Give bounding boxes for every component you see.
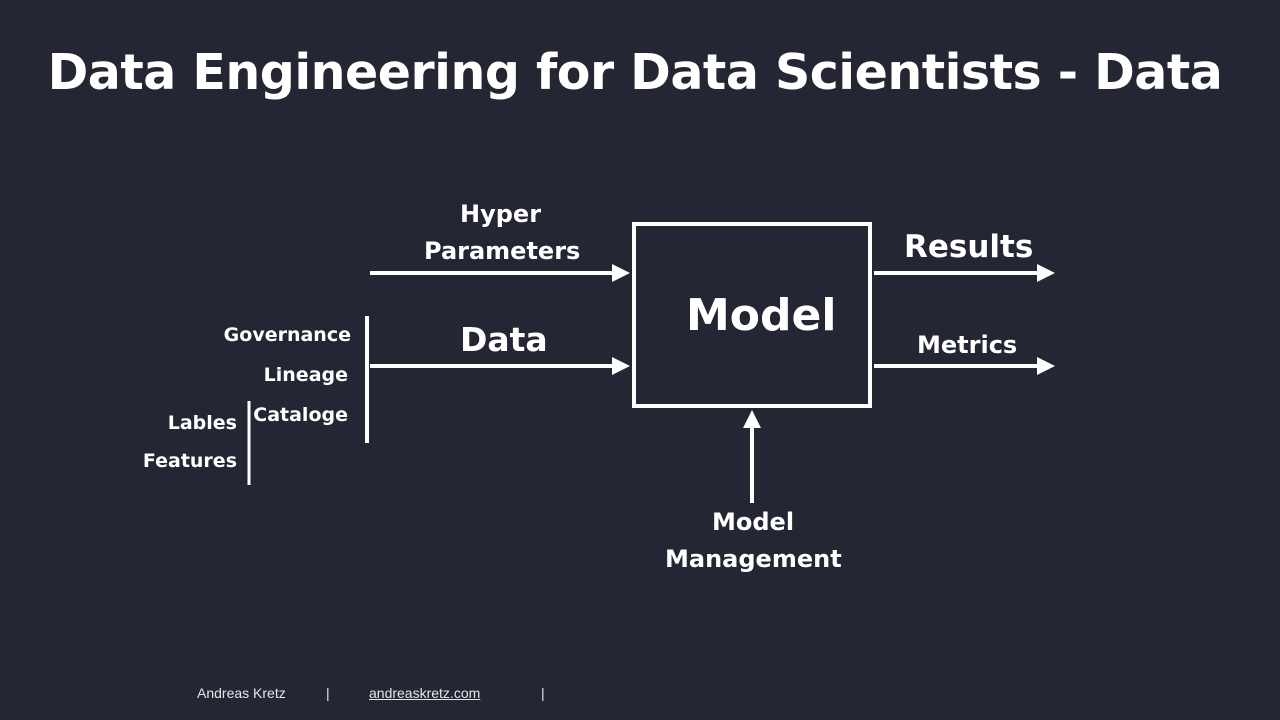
model-management-label-line1: Model — [712, 508, 795, 536]
hyper-parameters-arrowhead — [612, 264, 630, 282]
footer-link-wrapper: andreaskretz.com — [369, 685, 480, 701]
footer-website-link[interactable]: andreaskretz.com — [369, 685, 480, 701]
data-label: Data — [460, 320, 548, 359]
model-label: Model — [686, 290, 837, 341]
footer-author: Andreas Kretz — [197, 685, 286, 701]
hyper-label-line1: Hyper — [460, 200, 542, 228]
subaspect-features: Features — [142, 450, 237, 472]
aspect-lineage: Lineage — [263, 364, 348, 386]
metrics-arrowhead — [1037, 357, 1055, 375]
aspect-governance: Governance — [223, 324, 351, 346]
model-management-label-line2: Management — [665, 545, 842, 573]
hyper-label-line2: Parameters — [424, 237, 581, 265]
data-arrowhead — [612, 357, 630, 375]
subaspect-lables: Lables — [167, 412, 237, 434]
footer-separator-2: | — [541, 685, 545, 701]
results-label: Results — [904, 229, 1034, 265]
model-management-arrowhead — [743, 410, 761, 428]
results-arrowhead — [1037, 264, 1055, 282]
metrics-label: Metrics — [917, 331, 1018, 359]
footer-separator-1: | — [326, 685, 330, 701]
aspect-cataloge: Cataloge — [253, 404, 348, 426]
diagram-canvas — [247, 222, 1055, 503]
